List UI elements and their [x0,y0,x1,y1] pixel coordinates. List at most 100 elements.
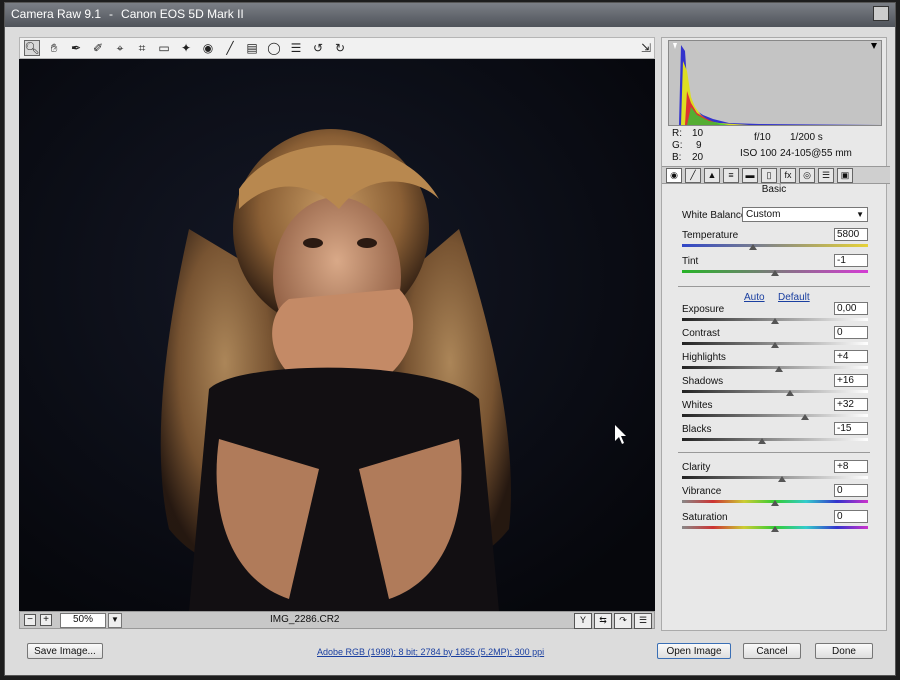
saturation-label: Saturation [682,512,728,523]
iso: ISO 100 [740,148,777,159]
title-separator: - [109,7,114,21]
target-adjust-icon[interactable]: ⌖ [112,40,128,56]
exposure-label: Exposure [682,304,725,315]
zoom-out-button[interactable]: − [24,614,36,626]
camera-model: Canon EOS 5D Mark II [121,7,244,21]
toggle-settings-icon[interactable]: ☰ [634,613,652,629]
window-controls [873,6,889,21]
temperature-slider-thumb[interactable] [748,244,757,250]
chevron-down-icon: ▼ [856,210,864,219]
graduated-filter-icon[interactable]: ▤ [244,40,260,56]
vibrance-field[interactable]: 0 [834,484,868,497]
blacks-slider[interactable] [682,438,868,441]
panel-title: Basic [761,184,787,195]
b-value: 20 [692,152,704,163]
white-balance-label: White Balance: [682,210,750,221]
lens: 24-105@55 mm [780,148,852,159]
straighten-icon[interactable]: ▭ [156,40,172,56]
done-button[interactable]: Done [815,643,873,659]
shadows-slider-thumb[interactable] [785,390,794,396]
cancel-button[interactable]: Cancel [743,643,801,659]
zoom-level-field[interactable]: 50% [60,612,106,628]
clarity-label: Clarity [682,462,711,473]
histogram [668,40,882,126]
whites-slider-thumb[interactable] [800,414,809,420]
lens-corrections-tab-icon[interactable]: ▯ [761,167,777,183]
adjustment-panel: R: 10 G: 9 B: 20 f/10 1/200 s ISO 100 24… [661,37,890,631]
clarity-field[interactable]: +8 [834,460,868,473]
spot-removal-icon[interactable]: ✦ [178,40,194,56]
white-balance-icon[interactable]: ✒ [68,40,84,56]
default-link[interactable]: Default [778,292,810,303]
shutter-speed: 1/200 s [790,132,823,143]
auto-link[interactable]: Auto [744,292,765,303]
temperature-field[interactable]: 5800 [834,228,868,241]
pixel-info: R: 10 G: 9 B: 20 f/10 1/200 s ISO 100 24… [672,128,882,170]
camera-raw-window: Camera Raw 9.1- Canon EOS 5D Mark II 🔍︎ ✋… [4,2,896,676]
highlights-field[interactable]: +4 [834,350,868,363]
basic-tab-icon[interactable]: ◉ [666,167,682,183]
blacks-field[interactable]: -15 [834,422,868,435]
hand-icon[interactable]: ✋︎ [46,40,62,56]
r-value: 10 [692,128,704,139]
radial-filter-icon[interactable]: ◯ [266,40,282,56]
divider [678,452,870,453]
before-after-icon[interactable]: Y [574,613,592,629]
effects-tab-icon[interactable]: fx [780,167,796,183]
detail-tab-icon[interactable]: ▲ [704,167,720,183]
copy-settings-icon[interactable]: ↷ [614,613,632,629]
rotate-right-icon[interactable]: ↻ [332,40,348,56]
g-label: G: [672,140,683,151]
tone-curve-tab-icon[interactable]: ╱ [685,167,701,183]
highlights-slider-thumb[interactable] [774,366,783,372]
fullscreen-icon[interactable]: ⇲ [638,40,654,56]
aperture: f/10 [754,132,771,143]
contrast-field[interactable]: 0 [834,326,868,339]
rotate-left-icon[interactable]: ↺ [310,40,326,56]
hsl-tab-icon[interactable]: ≡ [723,167,739,183]
tint-slider-thumb[interactable] [771,270,779,276]
save-image-button[interactable]: Save Image... [27,643,103,659]
zoom-icon[interactable]: 🔍︎ [24,40,40,56]
open-image-button[interactable]: Open Image [657,643,731,659]
camera-calibration-tab-icon[interactable]: ◎ [799,167,815,183]
tint-field[interactable]: -1 [834,254,868,267]
white-balance-select[interactable]: Custom ▼ [742,207,868,222]
split-toning-tab-icon[interactable]: ▬ [742,167,758,183]
clarity-slider-thumb[interactable] [778,476,787,482]
temperature-slider[interactable] [682,244,868,247]
saturation-field[interactable]: 0 [834,510,868,523]
blacks-slider-thumb[interactable] [757,438,766,444]
contrast-slider-thumb[interactable] [771,342,779,348]
app-title: Camera Raw 9.1 [11,7,102,21]
white-balance-value: Custom [746,209,781,220]
close-window-button[interactable] [873,6,889,21]
highlights-label: Highlights [682,352,726,363]
panel-tabs: ◉ ╱ ▲ ≡ ▬ ▯ fx ◎ ☰ ▣ [662,166,890,184]
exposure-slider-thumb[interactable] [771,318,779,324]
zoom-in-button[interactable]: + [40,614,52,626]
image-preview[interactable] [19,59,655,611]
tool-bar: 🔍︎ ✋︎ ✒ ✐ ⌖ ⌗ ▭ ✦ ◉ ╱ ▤ ◯ ☰ ↺ ↻ ⇲ [19,37,655,59]
zoom-dropdown-icon[interactable]: ▼ [108,612,122,628]
vibrance-slider-thumb[interactable] [771,500,779,506]
temperature-label: Temperature [682,230,739,241]
whites-slider[interactable] [682,414,868,417]
workflow-options-link[interactable]: Adobe RGB (1998); 8 bit; 2784 by 1856 (5… [317,647,544,657]
color-sampler-icon[interactable]: ✐ [90,40,106,56]
vibrance-label: Vibrance [682,486,722,497]
saturation-slider-thumb[interactable] [771,526,779,532]
shadows-field[interactable]: +16 [834,374,868,387]
swap-settings-icon[interactable]: ⇆ [594,613,612,629]
whites-field[interactable]: +32 [834,398,868,411]
adjustment-brush-icon[interactable]: ╱ [222,40,238,56]
exposure-field[interactable]: 0,00 [834,302,868,315]
preferences-icon[interactable]: ☰ [288,40,304,56]
presets-tab-icon[interactable]: ☰ [818,167,834,183]
clarity-slider[interactable] [682,476,868,479]
crop-icon[interactable]: ⌗ [134,40,150,56]
snapshots-tab-icon[interactable]: ▣ [837,167,853,183]
shadows-slider[interactable] [682,390,868,393]
status-bar: − + 50% ▼ IMG_2286.CR2 Y ⇆ ↷ ☰ [19,611,655,629]
red-eye-icon[interactable]: ◉ [200,40,216,56]
